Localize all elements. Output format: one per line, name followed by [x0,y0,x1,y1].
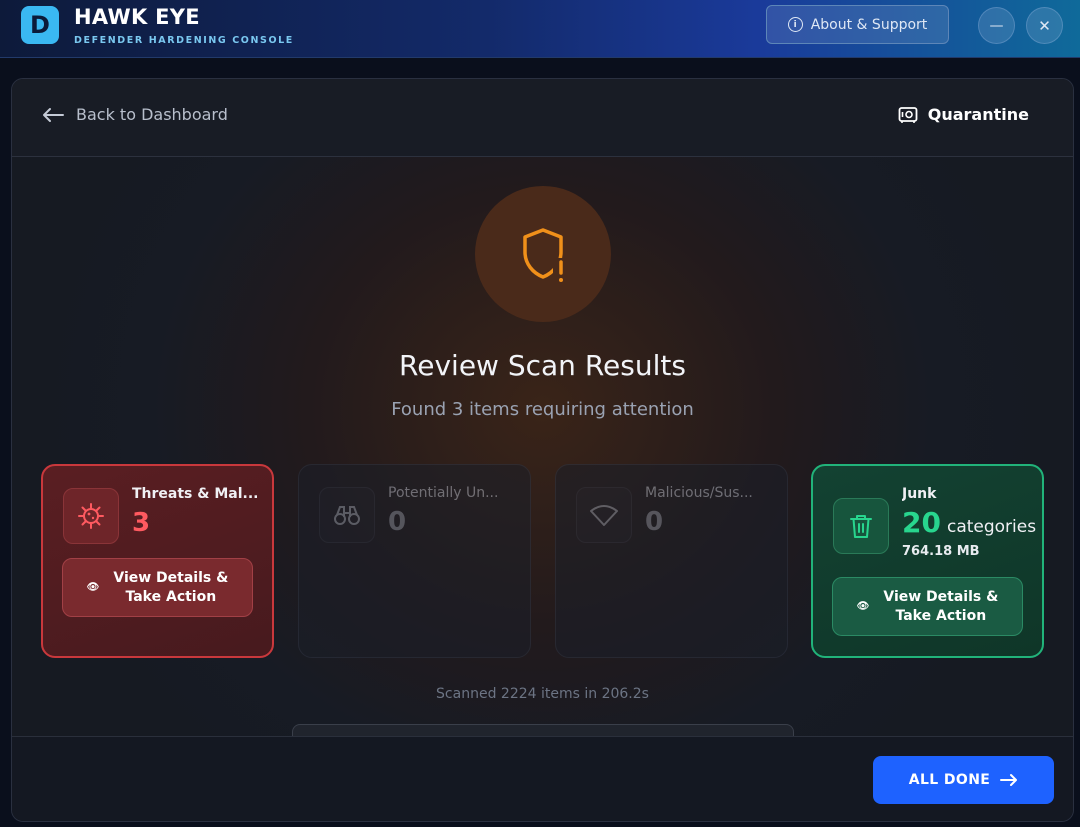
about-support-label: About & Support [810,16,928,33]
malicious-card: Malicious/Sus... 0 [555,464,788,658]
minimize-icon: — [989,17,1004,34]
junk-count-unit: categories [946,517,1037,537]
scan-results-panel: Back to Dashboard Quarantine Review Scan… [11,78,1074,822]
junk-name: Junk [902,486,937,502]
arrow-left-icon [43,107,64,122]
virus-icon [78,503,104,529]
all-done-button[interactable]: ALL DONE [873,756,1054,804]
threats-action-label: View Details & Take Action [113,569,228,607]
close-icon: ✕ [1038,16,1051,35]
trash-icon [850,515,872,538]
shield-alert-badge [475,186,611,322]
malicious-count: 0 [645,507,664,537]
eye-icon: 👁 [856,601,870,612]
page-title: Review Scan Results [399,349,686,382]
minimize-button[interactable]: — [978,7,1015,44]
threats-card: Threats & Mal... 3 👁 View Details & Take… [41,464,274,658]
title-bar: D HAWK EYE DEFENDER HARDENING CONSOLE i … [0,0,1080,58]
all-done-label: ALL DONE [908,772,991,788]
back-label: Back to Dashboard [76,105,228,124]
junk-count-row: 20 categories [902,506,1036,539]
threats-view-details-button[interactable]: 👁 View Details & Take Action [62,558,253,617]
threats-name: Threats & Mal... [132,486,259,502]
panel-header: Back to Dashboard Quarantine [12,79,1073,157]
junk-icon-box [833,498,889,554]
action-line2: Take Action [895,607,987,624]
app-title: HAWK EYE [74,5,200,29]
eye-icon: 👁 [86,582,100,593]
binoculars-icon [334,506,360,525]
info-icon: i [787,17,803,32]
wifi-icon [590,505,618,526]
close-button[interactable]: ✕ [1026,7,1063,44]
malicious-name: Malicious/Sus... [645,485,753,501]
quarantine-button[interactable]: Quarantine [898,105,1029,124]
shield-alert-icon [523,228,567,284]
scan-summary: Scanned 2224 items in 206.2s [436,686,649,702]
threats-icon-box [63,488,119,544]
junk-size: 764.18 MB [902,544,980,559]
footer-bar: ALL DONE [12,736,1073,821]
about-support-button[interactable]: i About & Support [766,5,949,44]
vault-icon [898,106,918,123]
threats-count: 3 [132,508,151,538]
pup-count: 0 [388,507,407,537]
action-line1: View Details & [883,588,999,605]
page-subtitle: Found 3 items requiring attention [391,399,694,420]
junk-card: Junk 20 categories 764.18 MB 👁 View Deta… [811,464,1044,658]
quarantine-label: Quarantine [927,105,1029,124]
junk-action-label: View Details & Take Action [883,588,998,626]
malicious-icon-box [576,487,632,543]
pup-name: Potentially Un... [388,485,499,501]
pup-icon-box [319,487,375,543]
junk-count: 20 [902,506,941,539]
arrow-right-icon [1000,774,1018,786]
action-line1: View Details & [113,569,229,586]
action-line2: Take Action [125,588,217,605]
pup-card: Potentially Un... 0 [298,464,531,658]
junk-view-details-button[interactable]: 👁 View Details & Take Action [832,577,1023,636]
app-logo: D [21,6,59,44]
app-subtitle: DEFENDER HARDENING CONSOLE [74,35,294,46]
back-to-dashboard-link[interactable]: Back to Dashboard [42,105,228,124]
